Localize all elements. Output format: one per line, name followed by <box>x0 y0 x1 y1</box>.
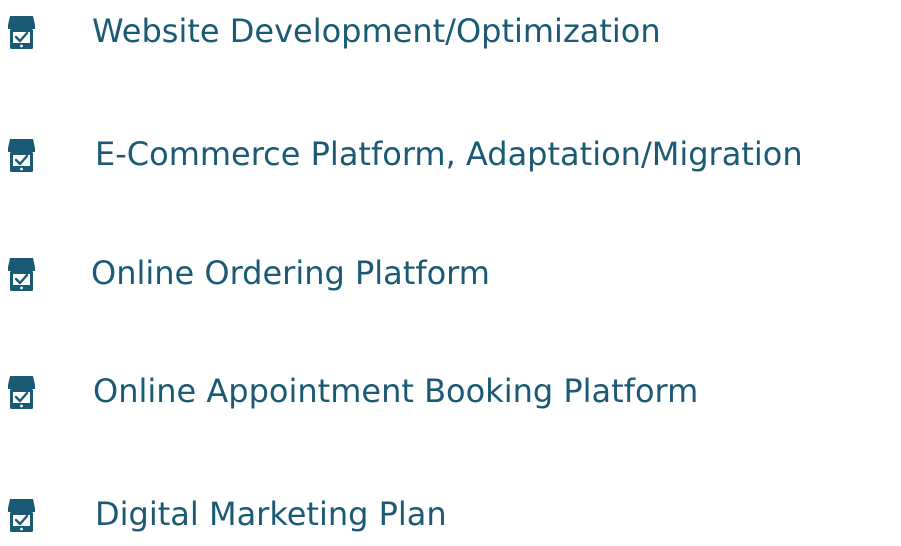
service-label: Online Appointment Booking Platform <box>93 372 699 410</box>
service-label: Online Ordering Platform <box>91 254 490 292</box>
storefront-check-icon <box>7 497 36 533</box>
service-item-website-development: Website Development/Optimization <box>0 3 901 63</box>
storefront-check-icon <box>7 256 36 292</box>
storefront-check-icon <box>7 14 36 50</box>
service-label: E-Commerce Platform, Adaptation/Migratio… <box>95 135 803 173</box>
service-list: Website Development/Optimization E-Comme… <box>0 0 901 538</box>
service-label: Website Development/Optimization <box>92 12 661 50</box>
service-item-ecommerce-platform: E-Commerce Platform, Adaptation/Migratio… <box>0 126 901 186</box>
service-label: Digital Marketing Plan <box>95 495 447 533</box>
storefront-check-icon <box>7 374 36 410</box>
service-item-online-ordering: Online Ordering Platform <box>0 245 901 305</box>
service-item-appointment-booking: Online Appointment Booking Platform <box>0 363 901 423</box>
storefront-check-icon <box>7 137 36 173</box>
service-item-digital-marketing: Digital Marketing Plan <box>0 486 901 546</box>
